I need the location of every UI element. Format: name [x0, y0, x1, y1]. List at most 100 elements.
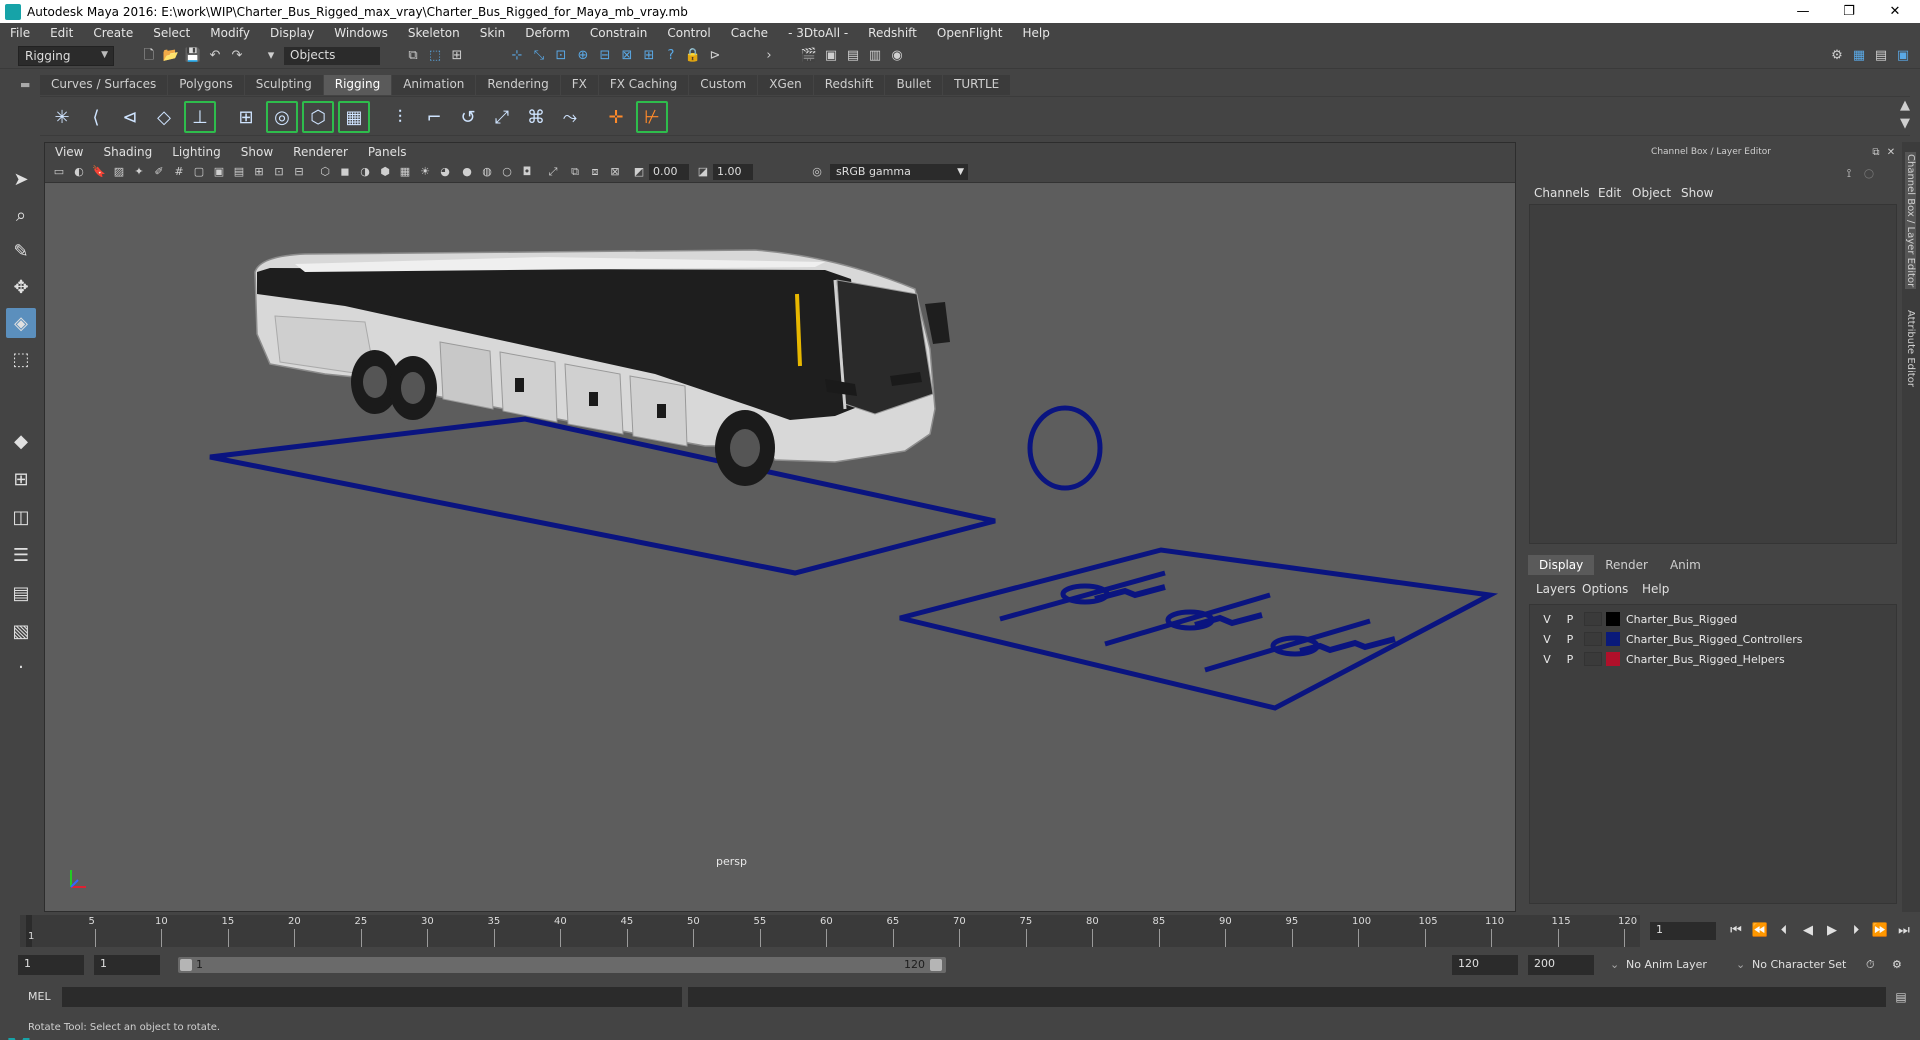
command-input[interactable]	[62, 987, 682, 1007]
wireframe-icon[interactable]: ⬡	[317, 164, 333, 180]
layer-visibility-toggle[interactable]: V	[1538, 653, 1556, 666]
script-language-label[interactable]: MEL	[28, 990, 51, 1003]
render-view-icon[interactable]: 🎬	[800, 47, 818, 65]
single-pane-layout-icon[interactable]: ◆	[6, 426, 36, 456]
layer-visibility-toggle[interactable]: V	[1538, 633, 1556, 646]
circle-toggle-icon[interactable]: ○	[1860, 164, 1878, 182]
history-icon[interactable]: ⊞	[640, 47, 658, 65]
graph-layout-icon[interactable]: ▤	[6, 578, 36, 608]
tab-redshift[interactable]: Redshift	[813, 75, 885, 95]
orient-constraint-icon[interactable]: ⤢	[486, 101, 518, 133]
locator-icon[interactable]: ⊥	[184, 101, 216, 133]
tab-bullet[interactable]: Bullet	[885, 75, 943, 95]
select-tool-icon[interactable]: ➤	[6, 164, 36, 194]
field-chart-icon[interactable]: ⊞	[251, 164, 267, 180]
select-component-icon[interactable]: ⊞	[448, 47, 466, 65]
redo-icon[interactable]: ↷	[228, 47, 246, 65]
selection-mode-icon[interactable]: ▾	[262, 47, 280, 65]
minimize-button[interactable]: —	[1780, 0, 1826, 23]
ik-handle-icon[interactable]: ⟨	[80, 101, 112, 133]
viewport-canvas[interactable]	[45, 184, 1515, 911]
cb-menu-object[interactable]: Object	[1632, 186, 1671, 200]
outliner-layout-icon[interactable]: ☰	[6, 540, 36, 570]
depth-of-field-icon[interactable]: ◘	[519, 164, 535, 180]
le-menu-options[interactable]: Options	[1582, 582, 1628, 596]
range-start-handle[interactable]	[180, 959, 192, 971]
camera-select-icon[interactable]: ▭	[51, 164, 67, 180]
playback-start-field[interactable]: 1	[94, 955, 160, 975]
undo-icon[interactable]: ↶	[206, 47, 224, 65]
animation-start-field[interactable]: 1	[18, 955, 84, 975]
select-object-icon[interactable]: ⬚	[426, 47, 444, 65]
tab-custom[interactable]: Custom	[689, 75, 758, 95]
vp-menu-shading[interactable]: Shading	[93, 145, 162, 159]
save-scene-icon[interactable]: 💾	[184, 47, 202, 65]
hypershade-layout-icon[interactable]: ▧	[6, 616, 36, 646]
maximize-button[interactable]: ❐	[1826, 0, 1872, 23]
workspace-icon[interactable]: ⚙	[1828, 47, 1846, 65]
channel-box-area[interactable]	[1529, 204, 1897, 544]
two-pane-layout-icon[interactable]: ◫	[6, 502, 36, 532]
le-menu-layers[interactable]: Layers	[1536, 582, 1576, 596]
vp-menu-panels[interactable]: Panels	[358, 145, 417, 159]
four-pane-layout-icon[interactable]: ⊞	[6, 464, 36, 494]
scale-tool-icon[interactable]: ⬚	[6, 344, 36, 374]
layer-name[interactable]: Charter_Bus_Rigged_Controllers	[1626, 633, 1803, 646]
construction-history-icon[interactable]: ⊳	[706, 47, 724, 65]
tab-turtle[interactable]: TURTLE	[943, 75, 1011, 95]
menu-3dtoall[interactable]: - 3DtoAll -	[778, 26, 858, 40]
wire-icon[interactable]: ⌐	[418, 101, 450, 133]
tab-rigging[interactable]: Rigging	[323, 75, 392, 95]
menu-control[interactable]: Control	[657, 26, 720, 40]
le-menu-help[interactable]: Help	[1642, 582, 1669, 596]
side-tab-channel-box[interactable]: Channel Box / Layer Editor	[1905, 152, 1916, 290]
range-slider[interactable]: 1 120	[178, 957, 946, 973]
camera-attributes-icon[interactable]: ◐	[71, 164, 87, 180]
isolate-select-icon[interactable]: ⤢	[545, 164, 561, 180]
image-plane-icon[interactable]: ▨	[111, 164, 127, 180]
lock-icon[interactable]: 🔒	[684, 47, 702, 65]
bookmark-icon[interactable]: 🔖	[91, 164, 107, 180]
rotate-tool-icon[interactable]: ◈	[6, 308, 36, 338]
go-to-end-icon[interactable]: ⏭	[1894, 922, 1914, 940]
step-forward-frame-icon[interactable]: ⏵	[1846, 922, 1866, 940]
anti-aliasing-icon[interactable]: ○	[499, 164, 515, 180]
snap-point-icon[interactable]: ⊡	[552, 47, 570, 65]
render-settings-icon[interactable]: ▥	[866, 47, 884, 65]
exposure-field[interactable]: 0.00	[649, 164, 689, 180]
parent-constraint-icon[interactable]: ⌘	[520, 101, 552, 133]
joint-tool-icon[interactable]: ✳	[46, 101, 78, 133]
motion-blur-icon[interactable]: ◍	[479, 164, 495, 180]
menu-redshift[interactable]: Redshift	[858, 26, 927, 40]
vp-menu-show[interactable]: Show	[231, 145, 283, 159]
layer-visibility-toggle[interactable]: V	[1538, 613, 1556, 626]
tab-sculpting[interactable]: Sculpting	[244, 75, 323, 95]
tab-rendering[interactable]: Rendering	[476, 75, 560, 95]
script-editor-icon[interactable]: ▤	[1892, 988, 1910, 1006]
snap-curve-icon[interactable]: ⤡	[530, 47, 548, 65]
auto-key-icon[interactable]: ⏱	[1860, 955, 1881, 975]
tab-xgen[interactable]: XGen	[758, 75, 813, 95]
vp-menu-lighting[interactable]: Lighting	[162, 145, 231, 159]
channel-box-toggle-icon[interactable]: ▣	[1894, 47, 1912, 65]
menu-edit[interactable]: Edit	[40, 26, 83, 40]
menu-openflight[interactable]: OpenFlight	[927, 26, 1013, 40]
smooth-bind-icon[interactable]: ◎	[266, 101, 298, 133]
default-material-icon[interactable]: ◑	[357, 164, 373, 180]
step-back-frame-icon[interactable]: ⏴	[1774, 922, 1794, 940]
range-end-handle[interactable]	[930, 959, 942, 971]
panel-layout-icon[interactable]: ▤	[1872, 47, 1890, 65]
step-back-key-icon[interactable]: ⏪	[1750, 922, 1770, 940]
film-gate-icon[interactable]: ▢	[191, 164, 207, 180]
tab-fx[interactable]: FX	[560, 75, 598, 95]
gate-mask-icon[interactable]: ▤	[231, 164, 247, 180]
grid-toggle-icon[interactable]: #	[171, 164, 187, 180]
exposure-icon[interactable]: ◩	[631, 164, 647, 180]
snap-view-plane-icon[interactable]: ⊟	[596, 47, 614, 65]
lattice-icon[interactable]: ⫶	[384, 101, 416, 133]
playback-end-field[interactable]: 120	[1452, 955, 1518, 975]
layer-playback-toggle[interactable]: P	[1561, 653, 1579, 666]
ambient-occlusion-icon[interactable]: ●	[459, 164, 475, 180]
bracket-icon[interactable]: ›	[760, 47, 778, 65]
pole-vector-icon[interactable]: ✛	[600, 101, 632, 133]
